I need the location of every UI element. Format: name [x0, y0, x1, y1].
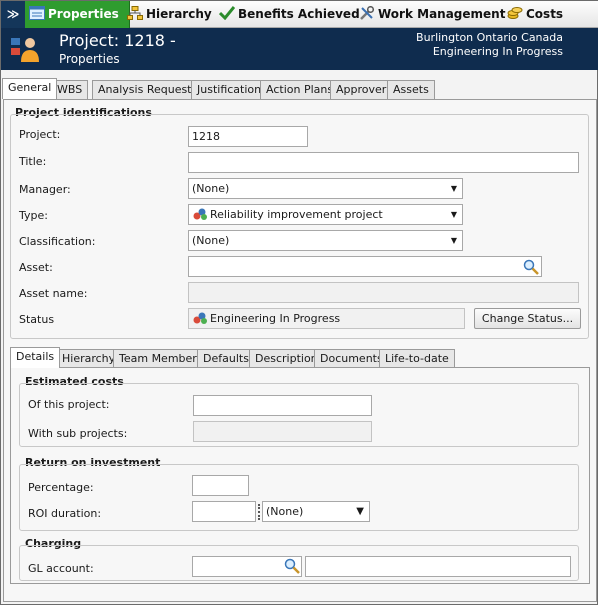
classification-dropdown[interactable]: (None) ▼ [188, 230, 463, 251]
drag-handle[interactable] [258, 504, 260, 520]
nav-tab-label: Hierarchy [146, 7, 212, 21]
hierarchy-icon [127, 3, 143, 20]
roi-duration-label: ROI duration: [28, 507, 102, 520]
cubes-icon [192, 207, 208, 221]
nav-tab-label: Costs [526, 7, 564, 21]
nav-tab-label: Properties [48, 7, 119, 21]
search-icon[interactable] [284, 558, 300, 574]
tab-assets[interactable]: Assets [387, 80, 435, 99]
tab-hierarchy[interactable]: Hierarchy [56, 349, 122, 368]
title-field[interactable] [188, 152, 579, 173]
percentage-field[interactable] [192, 475, 249, 496]
nav-tab-label: Benefits Achieved [238, 7, 360, 21]
tab-general[interactable]: General [2, 78, 58, 99]
identifications-group [10, 114, 589, 339]
tab-details[interactable]: Details [10, 347, 61, 368]
asset-label: Asset: [19, 261, 53, 274]
chevron-down-icon: ▼ [450, 184, 457, 193]
nav-menu-button[interactable]: ≫ [1, 1, 25, 28]
nav-tab-hierarchy[interactable]: Hierarchy [127, 1, 212, 28]
nav-tab-work-management[interactable]: Work Management [359, 1, 505, 28]
window-frame: ≫ Properties Hierarchy Benefits Achieved… [0, 0, 598, 605]
search-icon[interactable] [523, 259, 539, 275]
page-subtitle: Properties [59, 52, 120, 66]
asset-field[interactable] [188, 256, 542, 277]
sub-projects-label: With sub projects: [28, 427, 128, 440]
manager-label: Manager: [19, 183, 71, 196]
top-nav: ≫ Properties Hierarchy Benefits Achieved… [1, 1, 598, 28]
page-header: Project: 1218 - Properties Burlington On… [1, 28, 598, 70]
status-value: Engineering In Progress [210, 312, 341, 325]
cubes-icon [192, 311, 208, 325]
tab-approver[interactable]: Approver [330, 80, 393, 99]
chevron-down-icon: ▼ [450, 236, 457, 245]
classification-value: (None) [192, 234, 230, 247]
project-icon [11, 38, 39, 62]
sub-projects-cost-field [193, 421, 372, 442]
type-value: Reliability improvement project [210, 208, 383, 221]
type-label: Type: [19, 209, 48, 222]
tab-analysis-requests[interactable]: Analysis Requests [92, 80, 204, 99]
gl-account-description-field[interactable] [305, 556, 571, 577]
title-label: Title: [19, 155, 47, 168]
tab-life-to-date[interactable]: Life-to-date [379, 349, 455, 368]
tab-justification[interactable]: Justification [191, 80, 268, 99]
chevron-down-icon: ▼ [356, 506, 364, 517]
status-field: Engineering In Progress [188, 308, 465, 329]
tab-documents[interactable]: Documents [314, 349, 389, 368]
roi-unit-value: (None) [266, 505, 304, 518]
status-label: Status [19, 313, 55, 326]
page-title: Project: 1218 - [59, 31, 176, 50]
properties-icon [29, 3, 45, 20]
project-field[interactable]: 1218 [188, 126, 308, 147]
this-project-cost-field[interactable] [193, 395, 372, 416]
nav-tab-label: Work Management [378, 7, 506, 21]
checkmark-icon [218, 3, 236, 21]
manager-dropdown[interactable]: (None) ▼ [188, 178, 463, 199]
classification-label: Classification: [19, 235, 96, 248]
coins-icon [507, 3, 523, 19]
manager-value: (None) [192, 182, 230, 195]
nav-tab-costs[interactable]: Costs [507, 1, 563, 28]
chevron-down-icon: ▼ [450, 210, 457, 219]
project-label: Project: [19, 128, 61, 141]
this-project-label: Of this project: [28, 398, 110, 411]
tools-icon [359, 3, 375, 20]
roi-duration-field[interactable] [192, 501, 256, 522]
header-status-text: Engineering In Progress [432, 45, 563, 58]
tab-team-members[interactable]: Team Members [113, 349, 209, 368]
nav-tab-benefits-achieved[interactable]: Benefits Achieved [218, 1, 360, 28]
type-dropdown[interactable]: Reliability improvement project ▼ [188, 204, 463, 225]
location-text: Burlington Ontario Canada [416, 31, 563, 44]
tab-action-plans[interactable]: Action Plans [260, 80, 340, 99]
change-status-button[interactable]: Change Status... [474, 308, 581, 329]
asset-name-label: Asset name: [19, 287, 88, 300]
tab-description[interactable]: Description [249, 349, 324, 368]
roi-unit-dropdown[interactable]: (None) ▼ [262, 501, 370, 522]
gl-account-label: GL account: [28, 562, 94, 575]
asset-name-field [188, 282, 579, 303]
nav-tab-properties[interactable]: Properties [25, 1, 130, 28]
percentage-label: Percentage: [28, 481, 94, 494]
tab-defaults[interactable]: Defaults [197, 349, 255, 368]
